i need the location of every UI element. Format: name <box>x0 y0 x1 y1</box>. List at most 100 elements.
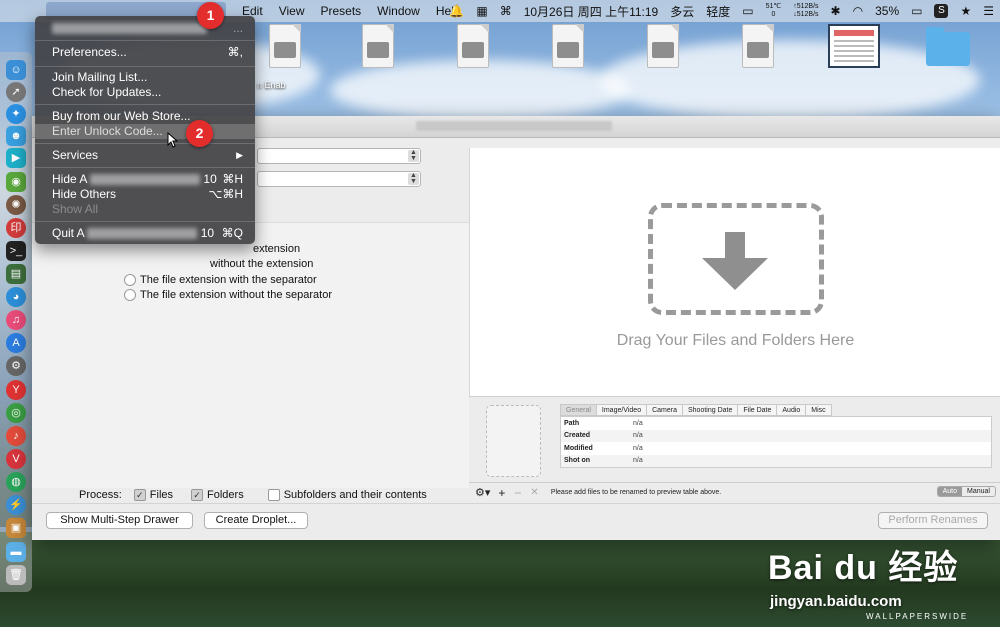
status-message: Please add files to be renamed to previe… <box>550 489 722 496</box>
menu-item-show-all[interactable]: Show All <box>35 202 255 217</box>
radio-option[interactable]: The file extension with the separator <box>124 274 317 286</box>
music-icon[interactable]: ♫ <box>6 310 26 330</box>
finder-icon[interactable]: ☺ <box>6 60 26 80</box>
air-quality-text[interactable]: 轻度 <box>706 3 730 20</box>
manual-mode-button[interactable]: Manual <box>962 487 995 496</box>
weather-text[interactable]: 多云 <box>670 3 694 20</box>
terminal-icon[interactable]: >_ <box>6 241 26 261</box>
menu-item-buy[interactable]: Buy from our Web Store... <box>35 109 255 124</box>
trash-icon[interactable]: 🗑 <box>6 565 26 585</box>
display-icon[interactable]: ▭ <box>742 4 753 18</box>
radio-option[interactable]: extension <box>253 243 300 255</box>
archive-icon[interactable]: ▣ <box>6 518 26 538</box>
auto-mode-button[interactable]: Auto <box>937 487 963 496</box>
folder-icon[interactable]: ▬ <box>6 542 26 562</box>
rename-target-select[interactable]: ▲ ▼ <box>257 171 421 187</box>
menu-item-check-updates[interactable]: Check for Updates... <box>35 85 255 100</box>
add-icon[interactable]: + <box>498 486 505 500</box>
chrome-icon[interactable]: ◎ <box>6 403 26 423</box>
table-row: Shot on n/a <box>561 454 991 467</box>
yandex-icon[interactable]: Y <box>6 380 26 400</box>
launchpad-icon[interactable]: ➚ <box>6 82 26 102</box>
desktop-file-icon[interactable] <box>643 24 683 72</box>
apple-menu-icon[interactable] <box>14 3 30 19</box>
gear-icon[interactable]: ⚙▾ <box>475 486 490 499</box>
desktop-icon-label: n Enab <box>257 80 286 90</box>
desktop-file-icon[interactable] <box>738 24 778 72</box>
menu-item-mailing-list[interactable]: Join Mailing List... <box>35 70 255 85</box>
clock[interactable]: 10月26日 周四 上午11:19 <box>524 3 659 20</box>
baidu-watermark: Bai du 经验 jingyan.baidu.com <box>768 540 958 610</box>
rename-action-select[interactable]: ▲ ▼ <box>257 148 421 164</box>
files-checkbox[interactable]: ✓ <box>133 489 146 501</box>
tab-camera[interactable]: Camera <box>647 404 683 416</box>
android-icon[interactable]: ◉ <box>6 172 26 192</box>
drop-zone[interactable]: Drag Your Files and Folders Here <box>469 148 1000 396</box>
wechat-icon[interactable]: ◍ <box>6 472 26 492</box>
multi-step-drawer-button[interactable]: Show Multi-Step Drawer <box>46 512 193 529</box>
remove-icon[interactable]: − <box>514 486 521 500</box>
desktop-screenshot-thumbnail[interactable] <box>828 24 880 68</box>
radio-button[interactable] <box>124 289 136 301</box>
subfolders-checkbox[interactable] <box>267 489 280 501</box>
menu-item-quit[interactable]: Quit A 10 ⌘Q <box>35 226 255 241</box>
menu-item-enter-unlock-code[interactable]: Enter Unlock Code... <box>35 124 255 139</box>
table-row: Path n/a <box>564 419 643 427</box>
wifi-icon[interactable]: ◠ <box>853 4 863 18</box>
tab-misc[interactable]: Misc <box>806 404 832 416</box>
menu-presets[interactable]: Presets <box>320 4 361 18</box>
chevron-updown-icon: ▲ ▼ <box>408 172 419 185</box>
desktop-file-icon[interactable] <box>453 24 493 72</box>
list-icon[interactable]: ☰ <box>983 4 994 18</box>
app-icon[interactable]: ▤ <box>6 264 26 284</box>
contacts-icon[interactable]: ☻ <box>6 126 26 146</box>
pdf-app-icon[interactable]: 印 <box>6 218 26 238</box>
tab-audio[interactable]: Audio <box>777 404 807 416</box>
menu-item-services[interactable]: Services ▶ <box>35 148 255 163</box>
menu-item-about[interactable]: ... <box>35 21 255 36</box>
menu-item-hide-others[interactable]: Hide Others ⌥⌘H <box>35 187 255 202</box>
tab-file-date[interactable]: File Date <box>738 404 778 416</box>
app-store-icon[interactable]: A <box>6 333 26 353</box>
perform-renames-button[interactable]: Perform Renames <box>878 512 988 529</box>
tab-image-video[interactable]: Image/Video <box>596 404 648 416</box>
watermark-brand: Bai du 经验 <box>768 549 959 587</box>
battery-percent[interactable]: 35% <box>875 4 899 18</box>
system-preferences-icon[interactable]: ⚙ <box>6 356 26 376</box>
create-droplet-button[interactable]: Create Droplet... <box>204 512 308 529</box>
menu-window[interactable]: Window <box>377 4 420 18</box>
spotlight-app-icon[interactable]: S <box>934 4 949 18</box>
temperature-readout[interactable]: 51℃ 0 <box>766 3 782 19</box>
tab-shooting-date[interactable]: Shooting Date <box>683 404 739 416</box>
command-icon[interactable]: ⌘ <box>500 4 512 18</box>
tab-general[interactable]: General <box>560 404 597 416</box>
screen-share-icon[interactable]: ▶ <box>6 148 26 168</box>
desktop-folder-icon[interactable] <box>926 24 972 72</box>
qq-icon[interactable]: ◕ <box>6 287 26 307</box>
bell-icon[interactable]: 🔔 <box>449 4 464 18</box>
safari-icon[interactable]: ✦ <box>6 104 26 124</box>
menu-item-hide-app[interactable]: Hide A 10 ⌘H <box>35 172 255 187</box>
star-icon[interactable]: ★ <box>960 4 971 18</box>
network-speed[interactable]: ↑512B/s ↓512B/s <box>793 3 818 19</box>
watermark-url: jingyan.baidu.com <box>770 593 902 610</box>
files-label: Files <box>149 489 174 501</box>
menu-item-preferences[interactable]: Preferences... ⌘, <box>35 45 255 60</box>
netease-music-icon[interactable]: ♪ <box>6 426 26 446</box>
process-label: Process: <box>79 489 122 501</box>
layout-icon[interactable]: ▦ <box>476 4 487 18</box>
vivaldi-icon[interactable]: V <box>6 449 26 469</box>
desktop-file-icon[interactable] <box>358 24 398 72</box>
desktop-file-icon[interactable] <box>265 24 305 72</box>
app-icon[interactable]: ✺ <box>6 195 26 215</box>
bluetooth-icon[interactable]: ✱ <box>831 4 841 18</box>
radio-option[interactable]: The file extension without the separator <box>124 289 332 301</box>
radio-option[interactable]: without the extension <box>210 258 313 270</box>
menu-view[interactable]: View <box>279 4 305 18</box>
battery-icon[interactable]: ▭ <box>911 4 922 18</box>
network-icon[interactable]: ⚡ <box>6 495 26 515</box>
desktop-file-icon[interactable] <box>548 24 588 72</box>
clear-icon[interactable]: ✕ <box>530 487 538 498</box>
radio-button[interactable] <box>124 274 136 286</box>
folders-checkbox[interactable]: ✓ <box>191 489 204 501</box>
